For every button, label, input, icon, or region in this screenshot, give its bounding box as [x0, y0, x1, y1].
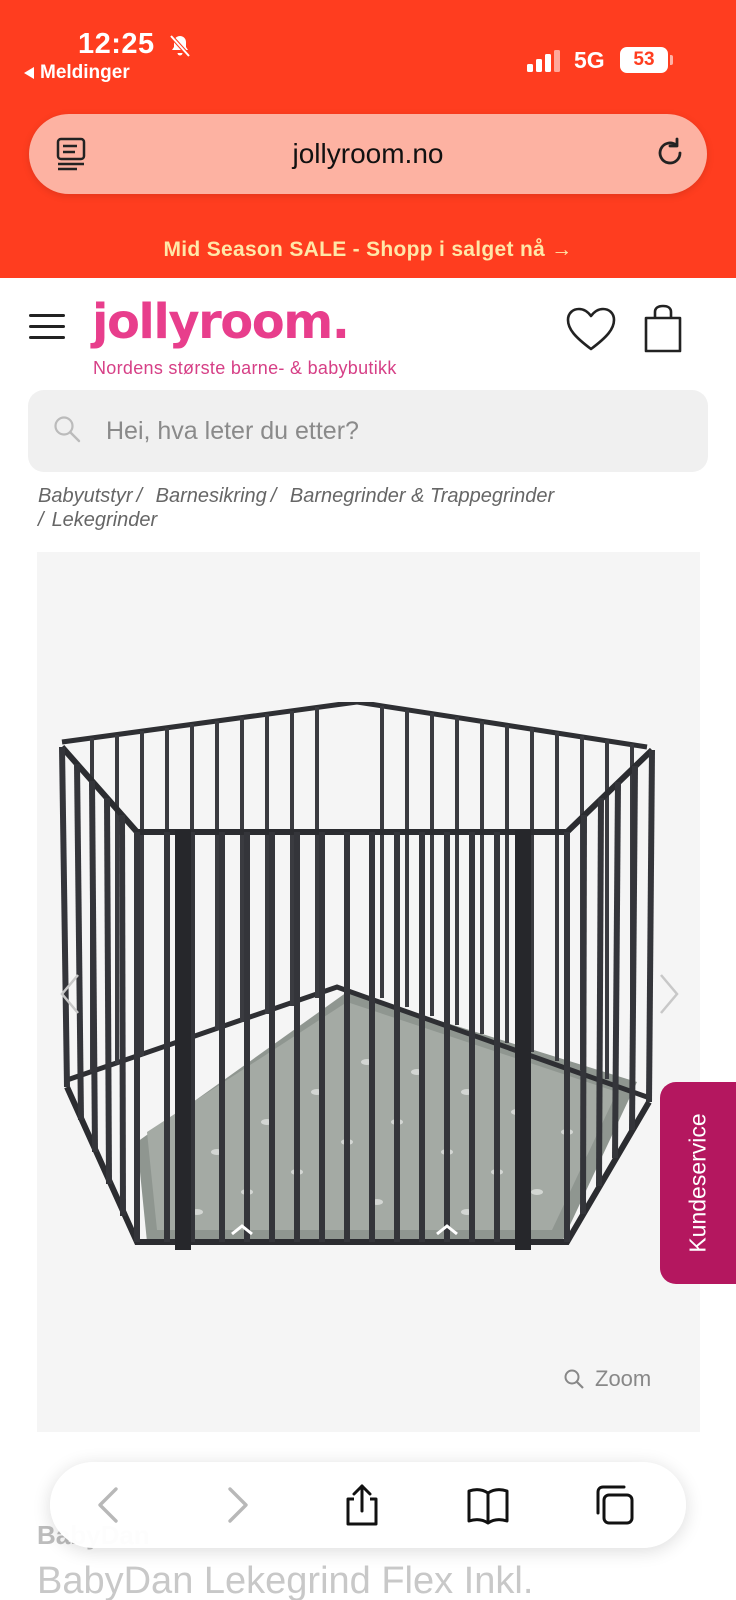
playpen-image — [59, 702, 655, 1250]
site-tagline: Nordens største barne- & babybutikk — [93, 358, 397, 378]
previous-image-arrow-icon[interactable] — [59, 972, 81, 1016]
forward-arrow-icon[interactable] — [214, 1483, 258, 1527]
bell-muted-icon — [169, 34, 191, 58]
back-to-app[interactable]: Meldinger — [24, 62, 130, 84]
top-bar: 12:25 Meldinger 5G 53 jollyroom.no Mid S… — [0, 0, 736, 278]
menu-icon[interactable] — [29, 314, 65, 340]
site-logo[interactable]: jollyroom. — [92, 294, 350, 350]
url-text[interactable]: jollyroom.no — [29, 138, 707, 170]
zoom-magnifier-icon — [564, 1369, 584, 1389]
shopping-bag-icon[interactable] — [643, 304, 683, 354]
product-image[interactable]: Zoom — [37, 552, 700, 1432]
status-time: 12:25 — [78, 28, 155, 60]
breadcrumb-item[interactable]: Lekegrinder — [52, 509, 158, 531]
promo-banner[interactable]: Mid Season SALE - Shopp i salget nå → — [0, 238, 736, 262]
search-icon — [54, 416, 81, 443]
battery-indicator: 53 — [620, 47, 668, 73]
breadcrumb: Babyutstyr / Barnesikring / Barnegrinder &… — [38, 485, 555, 531]
cellular-signal-icon — [527, 50, 560, 72]
product-title: BabyDan Lekegrind Flex Inkl. — [37, 1560, 534, 1600]
battery-nub — [670, 55, 673, 65]
browser-toolbar — [50, 1462, 686, 1548]
share-icon[interactable] — [340, 1483, 384, 1527]
network-type: 5G — [574, 47, 605, 73]
page: 12:25 Meldinger 5G 53 jollyroom.no Mid S… — [0, 0, 736, 1600]
breadcrumb-item[interactable]: Babyutstyr — [38, 485, 132, 507]
tabs-overview-icon[interactable] — [592, 1483, 636, 1527]
search-placeholder[interactable]: Hei, hva leter du etter? — [106, 417, 359, 446]
zoom-label: Zoom — [595, 1366, 652, 1391]
back-triangle-icon — [24, 67, 34, 79]
breadcrumb-item[interactable]: Barnegrinder & Trappegrinder — [290, 485, 554, 507]
breadcrumb-item[interactable]: Barnesikring — [156, 485, 267, 507]
wishlist-heart-icon[interactable] — [565, 306, 617, 352]
zoom-button[interactable]: Zoom — [563, 1366, 651, 1392]
reload-icon[interactable] — [653, 136, 687, 170]
next-image-arrow-icon[interactable] — [658, 972, 680, 1016]
back-app-label: Meldinger — [40, 62, 130, 83]
bookmarks-book-icon[interactable] — [466, 1483, 510, 1527]
customer-service-label: Kundeservice — [684, 1113, 711, 1253]
address-bar[interactable]: jollyroom.no — [29, 114, 707, 194]
back-arrow-icon[interactable] — [88, 1483, 132, 1527]
search-input[interactable]: Hei, hva leter du etter? — [28, 390, 708, 472]
customer-service-tab[interactable]: Kundeservice — [660, 1082, 736, 1284]
